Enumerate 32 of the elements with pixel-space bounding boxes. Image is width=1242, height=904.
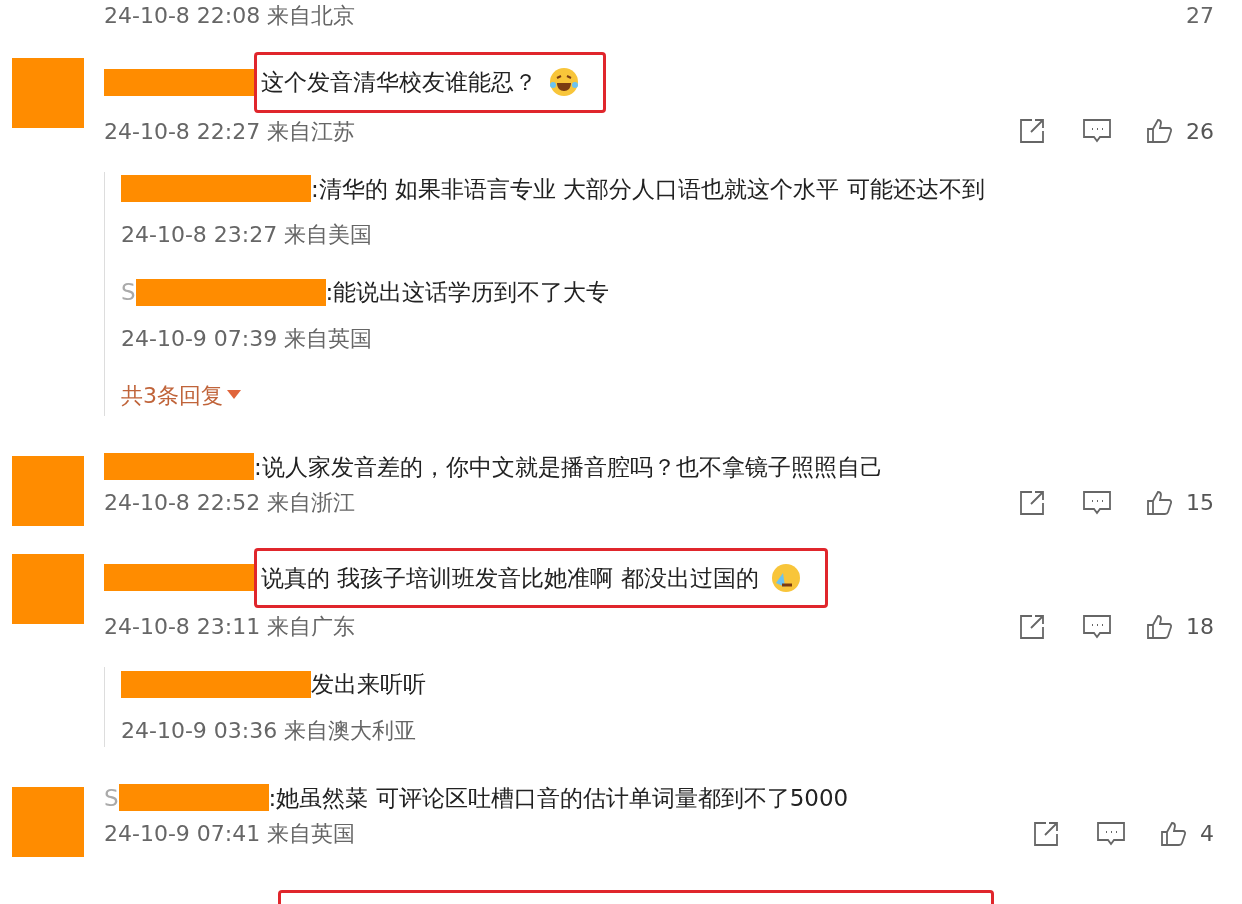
like-button[interactable]: 18 [1146, 610, 1214, 643]
timestamp: 24-10-9 03:36 来自澳大利亚 [121, 716, 418, 745]
like-count: 27 [1186, 1, 1215, 30]
thumbs-up-icon[interactable] [1146, 117, 1174, 145]
like-button[interactable]: 15 [1146, 486, 1214, 519]
comment-button[interactable] [1082, 117, 1112, 145]
like-button[interactable]: 26 [1146, 114, 1214, 148]
laughing-emoji-icon [549, 67, 579, 98]
comment-button[interactable] [1096, 819, 1126, 848]
comment-text: :她虽然菜 可评论区吐槽口音的估计单词量都到不了5000 [268, 783, 849, 813]
crying-emoji-icon [770, 562, 801, 593]
more-replies-link[interactable]: 共3条回复 [121, 378, 1242, 412]
timestamp: 24-10-9 07:39 来自英国 [121, 324, 374, 353]
comment-button[interactable] [1082, 612, 1112, 641]
comment-button[interactable] [1082, 488, 1112, 517]
comment-text: 这个发音清华校友谁能忍？ [261, 68, 537, 97]
timestamp: 24-10-8 23:27 来自美国 [121, 221, 374, 249]
timestamp: 24-10-8 23:11 来自广东 [104, 613, 356, 641]
timestamp: 24-10-8 22:27 来自江苏 [104, 117, 356, 146]
thumbs-up-icon[interactable] [1146, 488, 1174, 517]
thumbs-up-icon[interactable] [1146, 612, 1174, 641]
timestamp: 24-10-8 22:08 来自北京 [104, 1, 356, 30]
reply-text: 发出来听听 [311, 670, 426, 699]
reply-text: :能说出这话学历到不了大专 [325, 278, 610, 307]
comment-text: :说人家发音差的，你中文就是播音腔吗？也不拿镜子照照自己 [254, 452, 883, 482]
caret-down-icon [227, 390, 241, 400]
like-button[interactable]: 4 [1160, 817, 1214, 850]
thumbs-up-icon[interactable] [1160, 819, 1188, 848]
timestamp: 24-10-8 22:52 来自浙江 [104, 489, 356, 517]
timestamp: 24-10-9 07:41 来自英国 [104, 820, 356, 848]
comment-text: 说真的 我孩子培训班发音比她准啊 都没出过国的 [261, 563, 759, 593]
reply-text: :清华的 如果非语言专业 大部分人口语也就这个水平 可能还达不到 [311, 174, 985, 204]
